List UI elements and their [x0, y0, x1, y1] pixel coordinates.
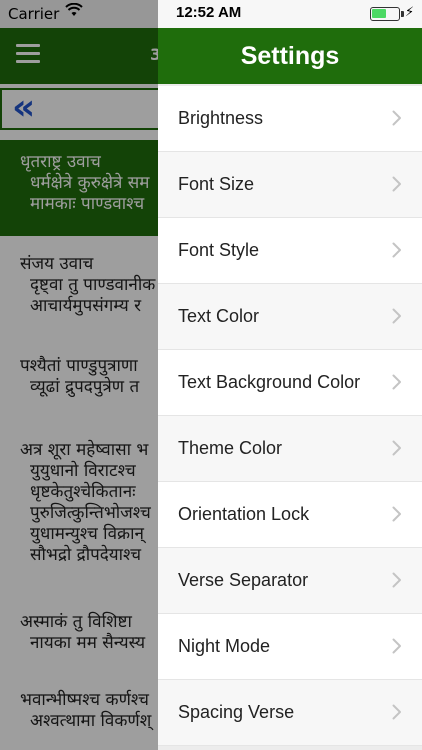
settings-item-night-mode[interactable]: Night Mode — [158, 614, 422, 680]
settings-item-label: Text Color — [178, 306, 260, 326]
chevron-right-icon — [392, 308, 402, 324]
chevron-right-icon — [392, 110, 402, 126]
chevron-right-icon — [392, 506, 402, 522]
settings-item-font-size[interactable]: Font Size — [158, 152, 422, 218]
chevron-right-icon — [392, 440, 402, 456]
settings-item-label: Spacing Verse — [178, 702, 295, 722]
chevron-right-icon — [392, 638, 402, 654]
settings-item-text-background-color[interactable]: Text Background Color — [158, 350, 422, 416]
settings-item-label: Font Style — [178, 240, 260, 260]
settings-title: Settings — [240, 42, 340, 70]
settings-item-label: Orientation Lock — [178, 504, 310, 524]
settings-item-verse-separator[interactable]: Verse Separator — [158, 548, 422, 614]
settings-drawer: 12:52 AM ⚡ Settings Brightness Font Size F… — [158, 0, 422, 750]
settings-item-font-style[interactable]: Font Style — [158, 218, 422, 284]
battery-icon — [370, 7, 404, 21]
settings-list: Brightness Font Size Font Style Text Color T… — [158, 86, 422, 746]
charging-bolt-icon: ⚡ — [405, 5, 415, 20]
settings-item-label: Verse Separator — [178, 570, 309, 590]
chevron-right-icon — [392, 572, 402, 588]
chevron-right-icon — [392, 176, 402, 192]
settings-item-brightness[interactable]: Brightness — [158, 86, 422, 152]
settings-item-label: Theme Color — [178, 438, 283, 458]
settings-item-orientation-lock[interactable]: Orientation Lock — [158, 482, 422, 548]
settings-item-spacing-verse[interactable]: Spacing Verse — [158, 680, 422, 746]
status-time: 12:52 AM — [176, 4, 242, 21]
settings-item-theme-color[interactable]: Theme Color — [158, 416, 422, 482]
settings-item-label: Brightness — [178, 108, 264, 128]
settings-item-label: Font Size — [178, 174, 255, 194]
settings-item-text-color[interactable]: Text Color — [158, 284, 422, 350]
settings-item-label: Night Mode — [178, 636, 271, 656]
chevron-right-icon — [392, 242, 402, 258]
chevron-right-icon — [392, 704, 402, 720]
chevron-right-icon — [392, 374, 402, 390]
settings-header: Settings — [158, 28, 422, 84]
status-bar-right: 12:52 AM ⚡ — [158, 0, 422, 28]
settings-item-label: Text Background Color — [178, 372, 361, 392]
